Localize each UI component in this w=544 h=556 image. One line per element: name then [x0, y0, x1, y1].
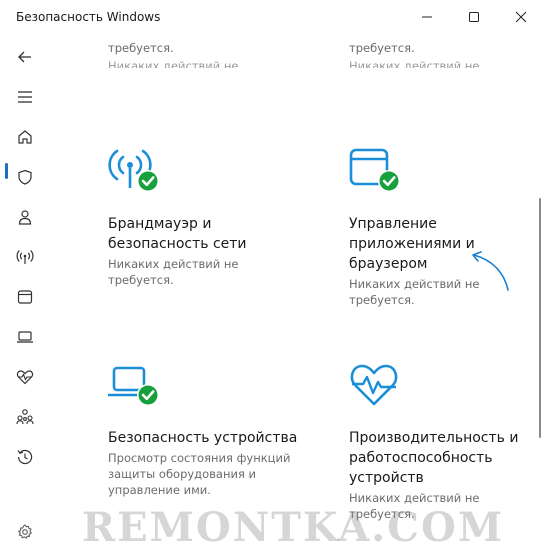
prev-card-desc-left: требуется. [108, 41, 174, 55]
card-app-browser-control[interactable]: Управление приложениями и браузером Ника… [349, 146, 534, 326]
sidebar [0, 34, 50, 556]
card-firewall[interactable]: Брандмауэр и безопасность сети Никаких д… [108, 146, 298, 306]
maximize-button[interactable] [451, 0, 497, 34]
back-button[interactable] [0, 39, 50, 75]
card-desc-line-1: Никаких действий не [108, 257, 239, 271]
card-title-line-1: Брандмауэр и [108, 216, 212, 232]
app-browser-icon [17, 290, 33, 304]
sidebar-item-device-performance[interactable] [0, 359, 50, 395]
wifi-antenna-icon [16, 250, 34, 264]
card-desc-line-1: Просмотр состояния функций [108, 451, 291, 465]
account-icon [18, 210, 32, 225]
sidebar-item-family[interactable] [0, 399, 50, 435]
card-desc-line-2: требуется. [108, 273, 174, 287]
vertical-scrollbar[interactable] [539, 198, 541, 438]
card-title-line-3: браузером [349, 256, 428, 272]
sidebar-item-app-browser[interactable] [0, 279, 50, 315]
sidebar-item-account[interactable] [0, 199, 50, 235]
family-icon [16, 409, 34, 425]
close-icon [515, 11, 527, 23]
prev-card-desc-ghost-right: Никаких действий не [349, 59, 480, 68]
sidebar-item-firewall[interactable] [0, 239, 50, 275]
sidebar-item-home[interactable] [0, 119, 50, 155]
back-arrow-icon [18, 51, 31, 63]
maximize-icon [469, 12, 479, 22]
card-title-line-2: безопасность сети [108, 236, 247, 252]
title-bar: Безопасность Windows [0, 0, 544, 34]
firewall-icon [108, 149, 159, 192]
card-desc-line-3: управление ими. [108, 483, 211, 497]
card-title-line-1: Производительность и [349, 430, 519, 446]
card-desc-line-1: Никаких действий не [349, 277, 480, 291]
history-icon [17, 449, 33, 465]
annotation-arrow-icon [472, 251, 509, 291]
card-title-line-1: Управление [349, 216, 437, 232]
sidebar-item-device-security[interactable] [0, 319, 50, 355]
card-title-line-2: работоспособность [349, 450, 493, 466]
device-security-icon [108, 366, 159, 406]
minimize-icon [422, 16, 432, 18]
device-performance-icon [350, 364, 398, 406]
prev-card-desc-ghost-left: Никаких действий не [108, 59, 239, 68]
card-desc-line-2: требуется. [349, 293, 415, 307]
prev-card-desc-right: требуется. [349, 41, 415, 55]
card-title-line-1: Безопасность устройства [108, 430, 298, 446]
sidebar-item-history[interactable] [0, 439, 50, 475]
window-title: Безопасность Windows [16, 10, 161, 24]
card-desc-line-2: защиты оборудования и [108, 467, 257, 481]
settings-icon [18, 524, 33, 539]
watermark: REMONTKA.COM [81, 504, 505, 551]
menu-button[interactable] [0, 79, 50, 115]
card-title-line-2: приложениями и [349, 236, 475, 252]
sidebar-item-virus-protection[interactable] [0, 159, 50, 195]
shield-icon [18, 169, 32, 185]
minimize-button[interactable] [404, 0, 450, 34]
close-button[interactable] [498, 0, 544, 34]
laptop-icon [17, 331, 33, 343]
heart-pulse-icon [16, 370, 34, 385]
home-icon [18, 130, 32, 144]
sidebar-item-settings[interactable] [0, 514, 50, 550]
app-browser-control-icon [349, 148, 400, 192]
menu-icon [18, 91, 32, 103]
card-title-line-3: устройств [349, 470, 424, 486]
